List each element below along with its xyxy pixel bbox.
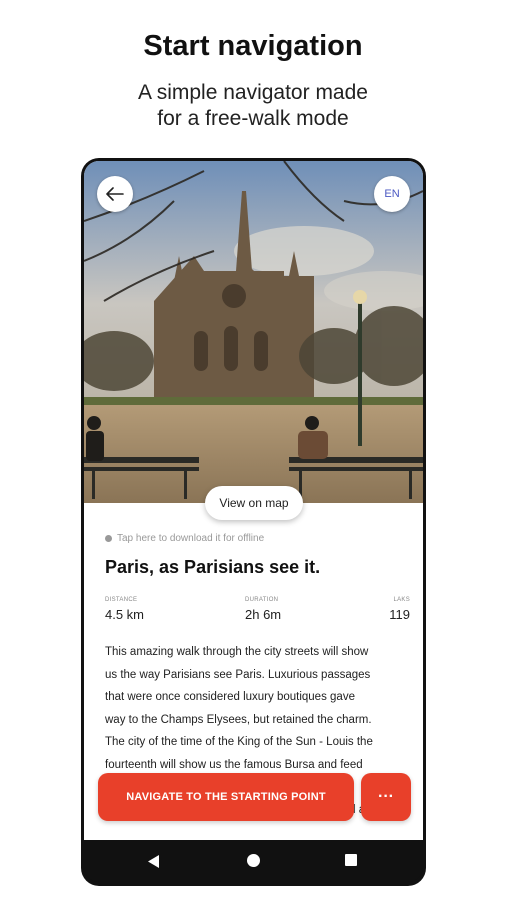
tour-title: Paris, as Parisians see it. xyxy=(105,557,321,577)
description-line: us the way Parisians see Paris. Luxuriou… xyxy=(105,668,371,681)
back-button[interactable] xyxy=(97,176,133,212)
system-navigation-bar xyxy=(84,840,423,882)
stat-likes-value: 119 xyxy=(389,607,410,622)
system-home-icon[interactable] xyxy=(247,854,260,867)
stat-duration-value: 2h 6m xyxy=(245,607,282,622)
tour-stats: DISTANCE 4.5 km DURATION 2h 6m LAKS 119 xyxy=(105,597,410,627)
stat-distance-value: 4.5 km xyxy=(105,607,145,622)
stat-likes-label: LAKS xyxy=(393,597,410,603)
stat-distance: DISTANCE 4.5 km xyxy=(105,597,144,622)
offline-download-link[interactable]: Tap here to download it for offline xyxy=(105,533,264,544)
cathedral-photo xyxy=(84,161,423,503)
description-line: This amazing walk through the city stree… xyxy=(105,646,369,658)
more-options-button[interactable]: ··· xyxy=(361,773,411,821)
description-line: way to the Champs Elysees, but retained … xyxy=(105,713,372,726)
promo-title: Start navigation xyxy=(143,30,363,62)
system-recents-icon[interactable] xyxy=(345,854,357,866)
app-screen: EN View on map Tap here to download it f… xyxy=(84,161,423,840)
language-button[interactable]: EN xyxy=(374,176,410,212)
arrow-left-icon xyxy=(106,187,124,201)
stat-distance-label: DISTANCE xyxy=(105,597,138,603)
stat-likes: LAKS 119 xyxy=(389,597,410,622)
stat-duration-label: DURATION xyxy=(245,597,279,603)
more-dots-icon: ··· xyxy=(378,788,394,805)
promo-subtitle-line2: for a free-walk mode xyxy=(157,107,349,130)
description-line: that were once considered luxury boutiqu… xyxy=(105,691,355,703)
download-dot-icon xyxy=(105,535,112,542)
promo-frame: Start navigation A simple navigator made… xyxy=(0,0,506,900)
promo-subtitle: A simple navigator made for a free-walk … xyxy=(0,80,506,132)
view-on-map-button[interactable]: View on map xyxy=(205,486,303,520)
navigate-to-start-button[interactable]: NAVIGATE TO THE STARTING POINT xyxy=(98,773,354,821)
system-back-icon[interactable] xyxy=(148,855,160,868)
hero-photo: EN xyxy=(84,161,423,503)
description-line: The city of the time of the King of the … xyxy=(105,736,373,748)
promo-subtitle-line1: A simple navigator made xyxy=(138,81,368,104)
offline-hint-text: Tap here to download it for offline xyxy=(117,533,265,544)
phone-mockup: EN View on map Tap here to download it f… xyxy=(81,158,426,886)
stat-duration: DURATION 2h 6m xyxy=(245,597,281,622)
